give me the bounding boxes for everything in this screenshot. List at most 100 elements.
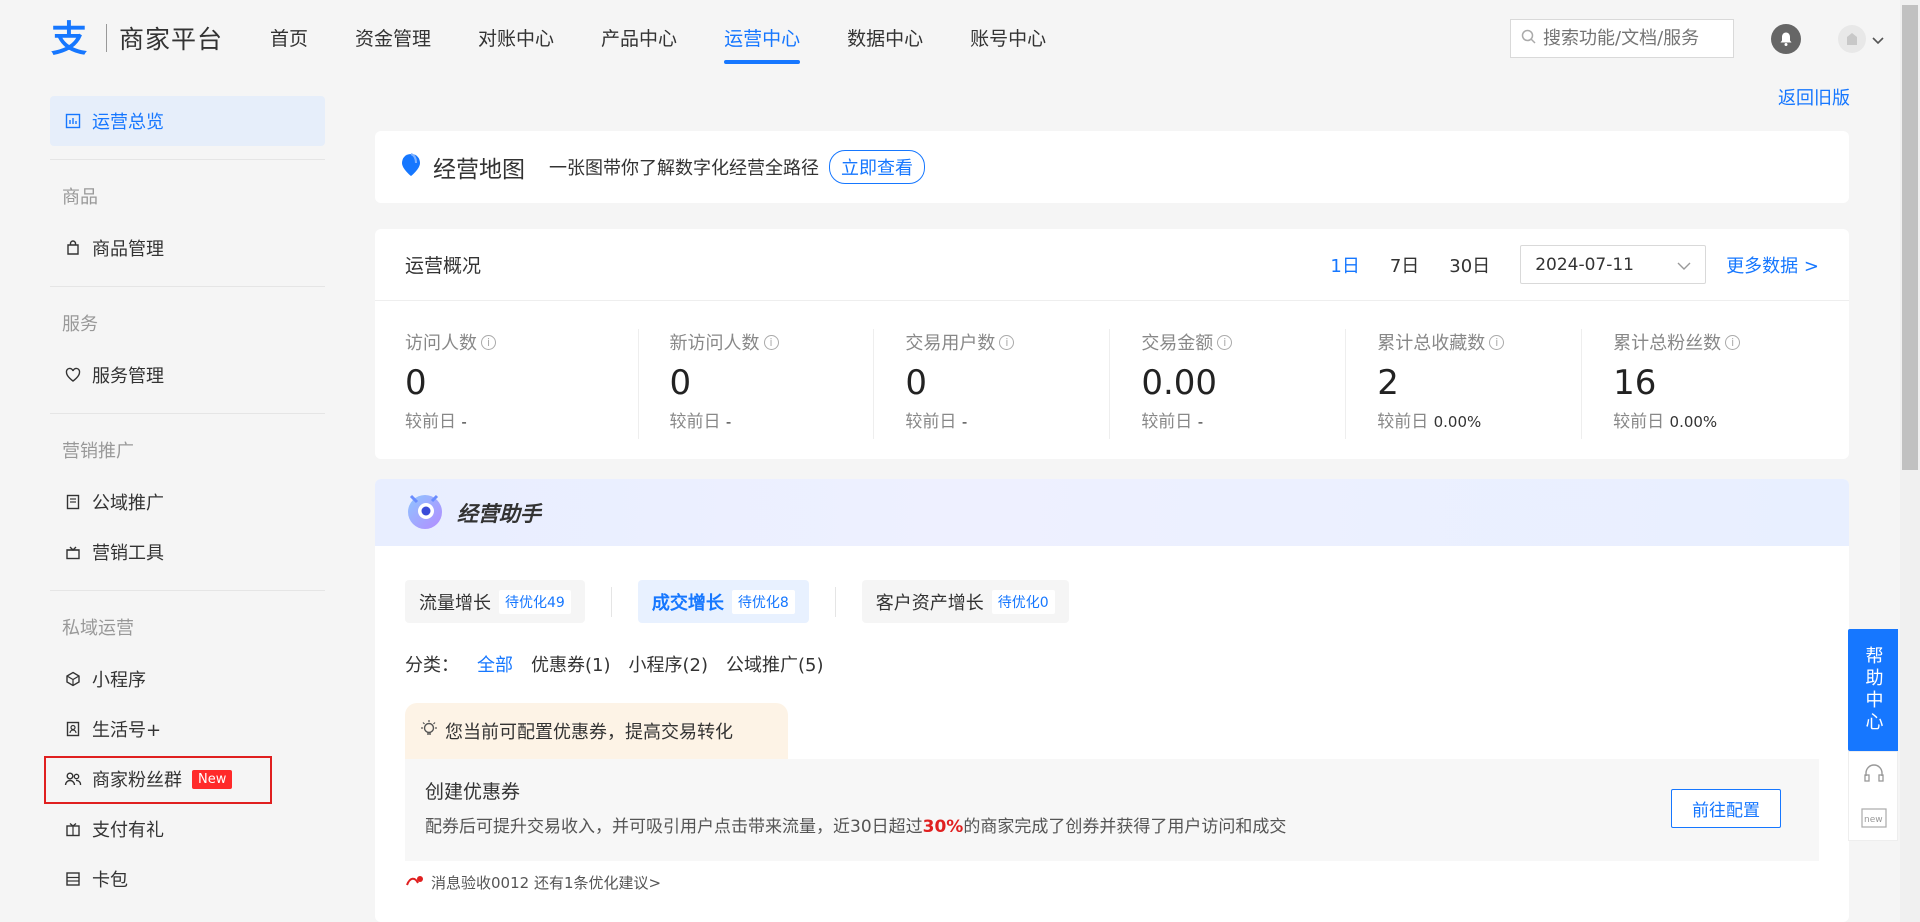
pending-badge: 待优化8 xyxy=(731,589,795,614)
compare-value: 0.00% xyxy=(1433,413,1482,431)
sidebar-item-pay-gift[interactable]: 支付有礼 xyxy=(50,804,325,854)
date-picker[interactable]: 2024-07-11 xyxy=(1520,245,1707,284)
group-title-marketing: 营销推广 xyxy=(62,441,134,462)
tab-customer-asset-growth[interactable]: 客户资产增长 待优化0 xyxy=(861,580,1069,623)
sidebar-item-label: 小程序 xyxy=(92,670,146,691)
divider xyxy=(50,413,325,414)
tab-label: 客户资产增长 xyxy=(875,592,984,614)
new-feature-icon[interactable]: new xyxy=(1861,808,1887,832)
compare-value: - xyxy=(461,413,467,431)
sidebar-item-label: 生活号+ xyxy=(92,720,162,741)
nav-products[interactable]: 产品中心 xyxy=(581,0,697,78)
metric-value: 16 xyxy=(1613,363,1657,403)
svg-text:支: 支 xyxy=(51,19,87,57)
go-configure-button[interactable]: 前往配置 xyxy=(1671,789,1781,828)
nav-home[interactable]: 首页 xyxy=(250,0,328,78)
message-icon xyxy=(405,873,425,893)
back-old-version-link[interactable]: 返回旧版 xyxy=(1778,84,1850,110)
message-line[interactable]: 消息验收0012 还有1条优化建议> xyxy=(405,872,661,893)
user-avatar[interactable] xyxy=(1838,25,1866,53)
sidebar-item-card-wallet[interactable]: 卡包 xyxy=(50,854,325,904)
metric-value: 0 xyxy=(905,363,928,403)
filter-coupon[interactable]: 优惠券(1) xyxy=(531,651,611,677)
metric-label: 新访问人数 xyxy=(669,333,760,354)
main-nav: 首页 资金管理 对账中心 产品中心 运营中心 数据中心 账号中心 xyxy=(250,0,1073,78)
svg-text:new: new xyxy=(1864,815,1883,825)
map-pin-icon xyxy=(399,152,423,182)
nav-data[interactable]: 数据中心 xyxy=(827,0,943,78)
nav-account[interactable]: 账号中心 xyxy=(950,0,1066,78)
compare-label: 较前日 xyxy=(905,412,957,432)
nav-funds[interactable]: 资金管理 xyxy=(335,0,451,78)
notification-bell-icon[interactable] xyxy=(1771,24,1801,54)
scrollbar-thumb[interactable] xyxy=(1902,5,1918,470)
business-assistant-card: 经营助手 流量增长 待优化49 成交增长 待优化8 客户资产增长 待优化0 分类… xyxy=(375,479,1849,922)
tip-text: 您当前可配置优惠券，提高交易转化 xyxy=(445,722,733,743)
search-icon xyxy=(1521,29,1537,49)
metric-label: 交易用户数 xyxy=(905,333,996,354)
nav-reconcile[interactable]: 对账中心 xyxy=(458,0,574,78)
info-icon[interactable]: i xyxy=(999,334,1015,350)
tab-deal-growth[interactable]: 成交增长 待优化8 xyxy=(637,580,809,623)
filter-public-promo[interactable]: 公域推广(5) xyxy=(726,651,824,677)
highlight-annotation xyxy=(44,756,272,804)
divider xyxy=(50,159,325,160)
sidebar-item-label: 公域推广 xyxy=(92,493,164,514)
help-center-label: 帮助中心 xyxy=(1862,646,1884,734)
search-input[interactable] xyxy=(1543,28,1723,49)
logo[interactable]: 支 商家平台 xyxy=(48,18,223,58)
help-center-button[interactable]: 帮助中心 xyxy=(1848,629,1898,751)
sidebar-item-life-account[interactable]: 生活号+ xyxy=(50,704,325,754)
help-side-panel: new xyxy=(1848,751,1898,841)
top-bar: 支 商家平台 首页 资金管理 对账中心 产品中心 运营中心 数据中心 账号中心 xyxy=(0,0,1900,78)
metric-new-visitors: 新访问人数 i 0 较前日 - xyxy=(640,329,875,439)
range-7d[interactable]: 7日 xyxy=(1390,252,1419,278)
overview-header: 运营概况 1日 7日 30日 2024-07-11 更多数据 > xyxy=(375,229,1849,301)
view-now-button[interactable]: 立即查看 xyxy=(829,150,925,184)
info-icon[interactable]: i xyxy=(1217,334,1233,350)
sidebar-item-goods-manage[interactable]: 商品管理 xyxy=(50,223,325,273)
pending-badge: 待优化49 xyxy=(499,589,571,614)
range-selector: 1日 7日 30日 2024-07-11 更多数据 > xyxy=(1330,245,1819,284)
filter-mini-program[interactable]: 小程序(2) xyxy=(629,651,709,677)
metric-visitors: 访问人数 i 0 较前日 - xyxy=(405,329,639,439)
search-box[interactable] xyxy=(1510,19,1734,58)
metric-label: 交易金额 xyxy=(1141,333,1214,354)
suggestion-title: 创建优惠券 xyxy=(425,781,521,803)
nav-operations[interactable]: 运营中心 xyxy=(704,0,820,78)
sidebar-item-service-manage[interactable]: 服务管理 xyxy=(50,350,325,400)
divider xyxy=(610,586,612,617)
tab-traffic-growth[interactable]: 流量增长 待优化49 xyxy=(405,580,585,623)
info-icon[interactable]: i xyxy=(1489,334,1505,350)
filter-all[interactable]: 全部 xyxy=(477,651,513,677)
compare-label: 较前日 xyxy=(669,412,721,432)
info-icon[interactable]: i xyxy=(1725,334,1741,350)
headset-icon[interactable] xyxy=(1863,764,1885,788)
suggestion-desc: 配券后可提升交易收入，并可吸引用户点击带来流量，近30日超过30%的商家完成了创… xyxy=(425,817,1287,837)
range-30d[interactable]: 30日 xyxy=(1449,252,1490,278)
filter-label: 分类： xyxy=(405,655,459,676)
map-card-desc: 一张图带你了解数字化经营全路径 xyxy=(549,158,819,179)
chevron-down-icon[interactable] xyxy=(1872,30,1884,49)
sidebar-item-label: 支付有礼 xyxy=(92,820,164,841)
metric-value: 2 xyxy=(1377,363,1399,403)
sidebar-item-overview[interactable]: 运营总览 xyxy=(50,96,325,146)
assistant-title: 经营助手 xyxy=(457,501,541,526)
metric-value: 0 xyxy=(669,363,692,403)
range-1d[interactable]: 1日 xyxy=(1330,252,1359,278)
info-icon[interactable]: i xyxy=(763,334,779,350)
overview-title: 运营概况 xyxy=(405,255,482,277)
date-value: 2024-07-11 xyxy=(1535,254,1634,275)
info-icon[interactable]: i xyxy=(481,334,496,350)
sidebar-item-marketing-tools[interactable]: 营销工具 xyxy=(50,527,325,577)
goods-icon xyxy=(64,239,82,257)
more-data-link[interactable]: 更多数据 > xyxy=(1726,252,1819,278)
assistant-tabs: 流量增长 待优化49 成交增长 待优化8 客户资产增长 待优化0 xyxy=(405,580,1849,623)
compare-value: - xyxy=(725,413,732,431)
sidebar-item-mini-program[interactable]: 小程序 xyxy=(50,654,325,704)
metric-value: 0 xyxy=(405,363,427,403)
sidebar-item-label: 商品管理 xyxy=(92,239,164,260)
metric-trade-amount: 交易金额 i 0.00 较前日 - xyxy=(1111,329,1347,439)
cube-icon xyxy=(64,670,82,688)
sidebar-item-public-promo[interactable]: 公域推广 xyxy=(50,477,325,527)
